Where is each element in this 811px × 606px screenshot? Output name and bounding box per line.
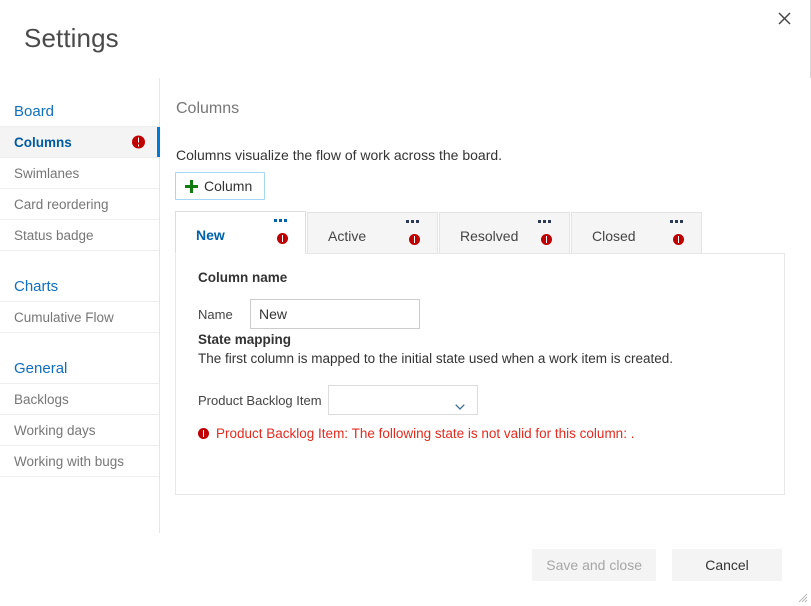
sidebar-group-board: Board (0, 96, 159, 127)
tab-label: Resolved (460, 228, 518, 244)
tab-label: Active (328, 228, 366, 244)
product-backlog-item-select[interactable] (328, 385, 478, 415)
dialog-body: Board Columns Swimlanes Card reordering … (0, 78, 811, 533)
tab-active[interactable]: Active (307, 212, 438, 254)
tab-label: New (196, 227, 225, 243)
error-icon (132, 136, 145, 149)
error-icon (198, 428, 209, 439)
sidebar-group-general: General (0, 353, 159, 384)
close-icon (778, 12, 791, 25)
settings-main-content: Columns Columns visualize the flow of wo… (161, 78, 811, 533)
sidebar-item-columns[interactable]: Columns (0, 127, 159, 158)
sidebar-item-working-days[interactable]: Working days (0, 415, 159, 446)
ellipsis-icon[interactable] (406, 220, 419, 223)
page-title: Settings (24, 22, 119, 54)
column-tab-strip: New Active Resolved Closed (175, 211, 785, 254)
error-icon (277, 233, 288, 244)
column-settings-panel: Column name Name State mapping The first… (175, 253, 785, 495)
error-icon (541, 234, 552, 245)
sidebar-spacer (0, 333, 159, 353)
settings-dialog: Settings Board Columns Swimlanes (0, 0, 811, 605)
sidebar-item-swimlanes[interactable]: Swimlanes (0, 158, 159, 189)
sidebar-item-status-badge[interactable]: Status badge (0, 220, 159, 251)
sidebar-item-label: Swimlanes (14, 166, 79, 181)
state-mapping-field-row: Product Backlog Item (198, 385, 478, 415)
sidebar-item-label: Columns (14, 135, 72, 150)
product-backlog-item-label: Product Backlog Item (198, 393, 328, 408)
validation-error-text: Product Backlog Item: The following stat… (216, 426, 634, 441)
ellipsis-icon[interactable] (538, 220, 551, 223)
validation-error-message: Product Backlog Item: The following stat… (198, 426, 634, 441)
column-name-field-row: Name (198, 299, 420, 329)
content-heading: Columns (176, 100, 239, 118)
error-icon (673, 234, 684, 245)
sidebar-item-label: Working days (14, 423, 96, 438)
name-label: Name (198, 307, 250, 322)
ellipsis-icon[interactable] (670, 220, 683, 223)
ellipsis-icon[interactable] (274, 219, 287, 222)
settings-sidebar: Board Columns Swimlanes Card reordering … (0, 78, 160, 533)
save-and-close-button[interactable]: Save and close (532, 549, 656, 581)
error-icon (409, 234, 420, 245)
sidebar-spacer (0, 251, 159, 271)
sidebar-group-charts: Charts (0, 271, 159, 302)
sidebar-item-label: Status badge (14, 228, 94, 243)
footer-actions: Save and close Cancel (532, 549, 782, 581)
tab-resolved[interactable]: Resolved (439, 212, 570, 254)
sidebar-item-label: Card reordering (14, 197, 109, 212)
sidebar-item-working-with-bugs[interactable]: Working with bugs (0, 446, 159, 477)
tab-label: Closed (592, 228, 636, 244)
cancel-button[interactable]: Cancel (672, 549, 782, 581)
sidebar-item-label: Backlogs (14, 392, 69, 407)
sidebar-item-cumulative-flow[interactable]: Cumulative Flow (0, 302, 159, 333)
tab-new[interactable]: New (175, 211, 306, 254)
close-button[interactable] (769, 5, 799, 31)
sidebar-item-card-reordering[interactable]: Card reordering (0, 189, 159, 220)
chevron-down-icon (455, 397, 465, 403)
content-description: Columns visualize the flow of work acros… (176, 147, 502, 163)
tab-closed[interactable]: Closed (571, 212, 702, 254)
sidebar-item-label: Working with bugs (14, 454, 124, 469)
state-mapping-description: The first column is mapped to the initia… (198, 351, 673, 366)
column-name-section-title: Column name (198, 270, 287, 285)
dialog-footer: Save and close Cancel (0, 533, 811, 605)
name-input[interactable] (250, 299, 420, 329)
dialog-header: Settings (0, 0, 811, 78)
add-column-button[interactable]: Column (175, 172, 265, 200)
resize-grip[interactable] (796, 590, 808, 602)
add-column-label: Column (204, 178, 252, 194)
sidebar-item-label: Cumulative Flow (14, 310, 114, 325)
state-mapping-section-title: State mapping (198, 332, 291, 347)
sidebar-item-backlogs[interactable]: Backlogs (0, 384, 159, 415)
plus-icon (185, 180, 198, 193)
